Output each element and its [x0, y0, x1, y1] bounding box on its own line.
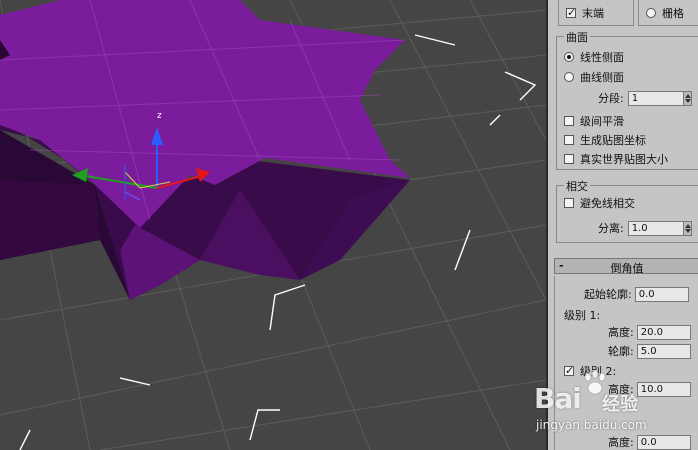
level2-height-field[interactable]: 10.0	[636, 381, 691, 397]
radio-icon[interactable]	[564, 72, 574, 82]
bevel-values-rollout-header[interactable]: - 倒角值	[554, 258, 698, 275]
checkbox-icon[interactable]	[564, 154, 574, 164]
radio-selected-icon[interactable]	[564, 52, 574, 62]
checkbox-icon[interactable]	[564, 135, 574, 145]
level2-height-label: 高度:	[608, 383, 634, 396]
command-panel: 末端 栅格 曲面 线性侧面 曲线侧面 分段: 1 级间平滑 生成贴图坐标 真实世…	[546, 0, 698, 450]
surface-group-title: 曲面	[564, 29, 590, 45]
level3-height-label: 高度:	[608, 436, 634, 449]
level2-checkbox[interactable]: 级别 2:	[564, 363, 616, 379]
start-outline-field[interactable]: 0.0	[634, 286, 689, 302]
grid-radio-icon[interactable]	[646, 8, 656, 18]
smooth-across-levels-checkbox[interactable]: 级间平滑	[564, 113, 624, 129]
intersections-group-title: 相交	[564, 178, 590, 194]
start-outline-row: 起始轮廓: 0.0	[584, 286, 689, 302]
generate-mapping-coords-checkbox[interactable]: 生成贴图坐标	[564, 132, 646, 148]
level1-height-label: 高度:	[608, 326, 634, 339]
checkbox-icon[interactable]	[564, 116, 574, 126]
level1-outline-field[interactable]: 5.0	[636, 343, 691, 359]
real-world-map-size-checkbox[interactable]: 真实世界贴图大小	[564, 151, 668, 167]
linear-sides-radio[interactable]: 线性侧面	[564, 49, 624, 65]
viewport-scene: z	[0, 0, 546, 450]
star-object[interactable]	[0, 0, 410, 300]
level1-label: 级别 1:	[564, 309, 601, 322]
perspective-viewport[interactable]: z	[0, 0, 546, 450]
separation-row: 分离: 1.0	[598, 220, 692, 236]
cap-end-check-icon[interactable]	[566, 6, 576, 19]
segments-label: 分段:	[598, 92, 624, 105]
separation-field[interactable]: 1.0	[627, 220, 684, 236]
cap-end-checkbox[interactable]: 末端	[566, 5, 604, 21]
checkbox-checked-icon[interactable]	[564, 364, 574, 377]
checkbox-icon[interactable]	[564, 198, 574, 208]
level1-height-row: 高度: 20.0	[608, 324, 691, 340]
segments-spinner[interactable]	[683, 90, 692, 106]
level3-height-row: 高度: 0.0	[608, 434, 691, 450]
bevel-values-title: 倒角值	[610, 262, 644, 275]
curved-sides-radio[interactable]: 曲线侧面	[564, 69, 624, 85]
level1-outline-row: 轮廓: 5.0	[608, 343, 691, 359]
level1-outline-label: 轮廓:	[608, 345, 634, 358]
grid-cap-radio[interactable]: 栅格	[646, 5, 684, 21]
separation-spinner[interactable]	[683, 220, 692, 236]
gizmo-z-label: z	[157, 111, 162, 121]
level3-height-field[interactable]: 0.0	[636, 434, 691, 450]
level1-height-field[interactable]: 20.0	[636, 324, 691, 340]
segments-row: 分段: 1	[598, 90, 692, 106]
start-outline-label: 起始轮廓:	[584, 288, 632, 301]
level2-height-row: 高度: 10.0	[608, 381, 691, 397]
keep-lines-from-crossing-checkbox[interactable]: 避免线相交	[564, 195, 635, 211]
separation-label: 分离:	[598, 222, 624, 235]
segments-field[interactable]: 1	[627, 90, 684, 106]
